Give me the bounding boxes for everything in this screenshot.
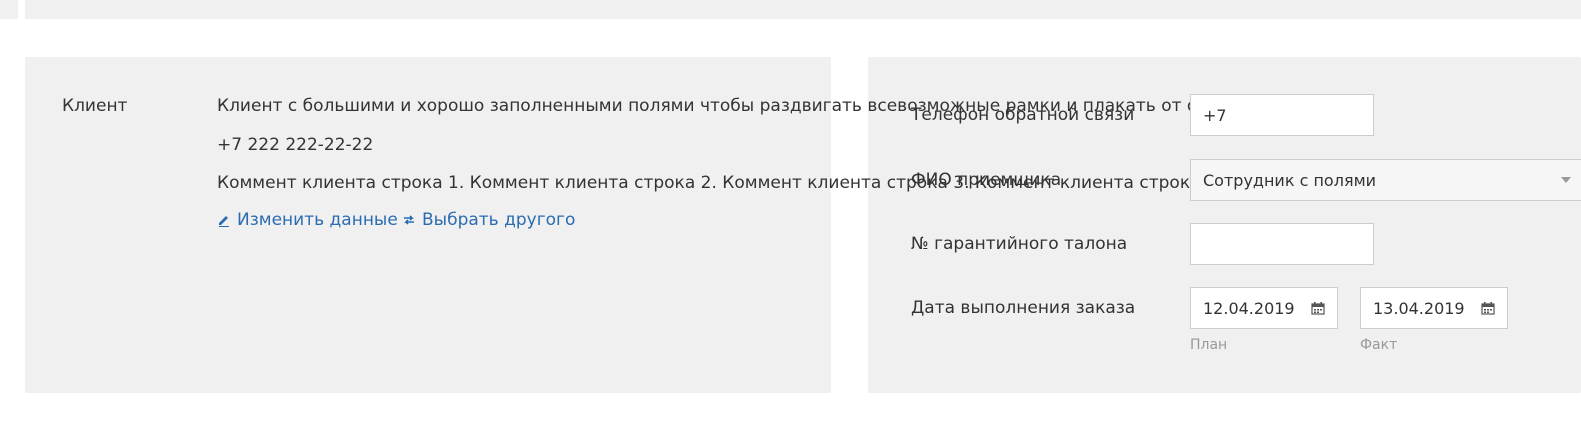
top-left-strip [0, 0, 18, 19]
callback-phone-value: +7 [1203, 105, 1227, 125]
callback-phone-label: Телефон обратной связи [911, 105, 1135, 125]
edit-client-link[interactable]: Изменить данные [217, 209, 398, 231]
calendar-icon[interactable] [1311, 301, 1325, 315]
receiver-select[interactable]: Сотрудник с полями [1190, 159, 1581, 201]
fact-date-value: 13.04.2019 [1373, 298, 1465, 318]
callback-phone-input[interactable]: +7 [1190, 94, 1374, 136]
client-label: Клиент [62, 96, 128, 116]
fact-date-input[interactable]: 13.04.2019 [1360, 287, 1508, 329]
client-phone: +7 222 222-22-22 [217, 135, 374, 155]
client-name: Клиент с большими и хорошо заполненными … [217, 96, 1352, 116]
calendar-icon[interactable] [1481, 301, 1495, 315]
choose-other-client-label: Выбрать другого [422, 210, 576, 230]
fact-date-hint: Факт [1360, 337, 1398, 353]
receiver-label: ФИО приемщика [911, 170, 1062, 190]
edit-client-label: Изменить данные [237, 210, 398, 230]
chevron-down-icon [1561, 177, 1571, 183]
warranty-label: № гарантийного талона [911, 234, 1128, 254]
swap-arrows-icon [404, 215, 414, 225]
top-panel-strip [25, 0, 1581, 19]
due-date-label: Дата выполнения заказа [911, 298, 1136, 318]
plan-date-value: 12.04.2019 [1203, 298, 1295, 318]
choose-other-client-link[interactable]: Выбрать другого [402, 209, 575, 231]
pencil-icon [219, 216, 229, 227]
plan-date-hint: План [1190, 337, 1228, 353]
warranty-number-input[interactable] [1190, 223, 1374, 265]
plan-date-input[interactable]: 12.04.2019 [1190, 287, 1338, 329]
receiver-selected-value: Сотрудник с полями [1203, 170, 1377, 190]
